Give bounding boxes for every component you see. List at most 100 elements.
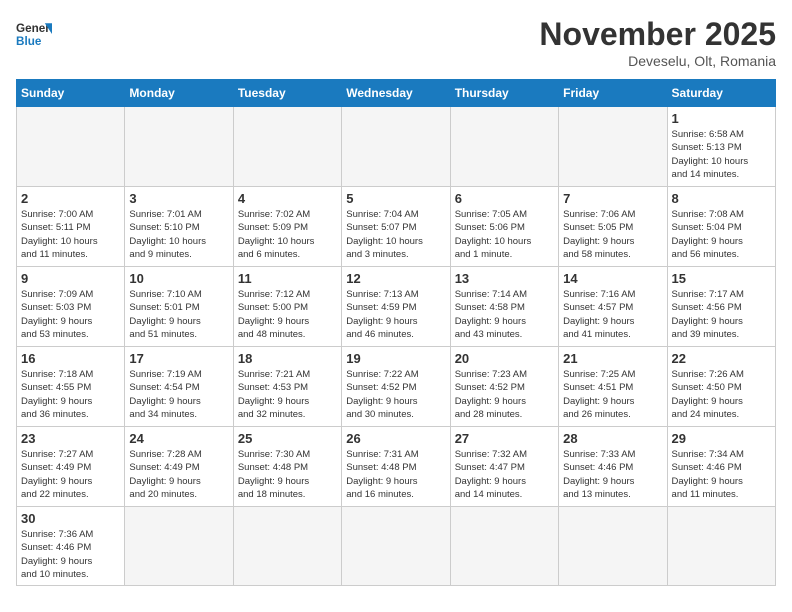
day-number: 18 <box>238 351 337 366</box>
day-info: Sunrise: 7:30 AM Sunset: 4:48 PM Dayligh… <box>238 448 337 501</box>
day-info: Sunrise: 7:19 AM Sunset: 4:54 PM Dayligh… <box>129 368 228 421</box>
table-row: 10 Sunrise: 7:10 AM Sunset: 5:01 PM Dayli… <box>125 267 233 347</box>
day-number: 9 <box>21 271 120 286</box>
day-number: 23 <box>21 431 120 446</box>
day-number: 16 <box>21 351 120 366</box>
table-row: 24 Sunrise: 7:28 AM Sunset: 4:49 PM Dayli… <box>125 427 233 507</box>
day-info: Sunrise: 7:36 AM Sunset: 4:46 PM Dayligh… <box>21 528 120 581</box>
day-number: 21 <box>563 351 662 366</box>
table-row <box>667 507 775 586</box>
table-row: 7 Sunrise: 7:06 AM Sunset: 5:05 PM Daylig… <box>559 187 667 267</box>
table-row: 16Sunrise: 7:18 AM Sunset: 4:55 PM Dayli… <box>17 347 125 427</box>
day-number: 27 <box>455 431 554 446</box>
day-number: 4 <box>238 191 337 206</box>
day-number: 1 <box>672 111 771 126</box>
month-title: November 2025 <box>539 16 776 53</box>
day-info: Sunrise: 7:27 AM Sunset: 4:49 PM Dayligh… <box>21 448 120 501</box>
day-info: Sunrise: 7:13 AM Sunset: 4:59 PM Dayligh… <box>346 288 445 341</box>
day-number: 19 <box>346 351 445 366</box>
table-row: 21 Sunrise: 7:25 AM Sunset: 4:51 PM Dayli… <box>559 347 667 427</box>
day-info: Sunrise: 7:00 AM Sunset: 5:11 PM Dayligh… <box>21 208 120 261</box>
table-row <box>125 107 233 187</box>
table-row: 30 Sunrise: 7:36 AM Sunset: 4:46 PM Dayli… <box>17 507 125 586</box>
table-row: 20 Sunrise: 7:23 AM Sunset: 4:52 PM Dayli… <box>450 347 558 427</box>
header-wednesday: Wednesday <box>342 80 450 107</box>
day-number: 28 <box>563 431 662 446</box>
table-row: 5 Sunrise: 7:04 AM Sunset: 5:07 PM Daylig… <box>342 187 450 267</box>
day-info: Sunrise: 7:06 AM Sunset: 5:05 PM Dayligh… <box>563 208 662 261</box>
table-row: 14Sunrise: 7:16 AM Sunset: 4:57 PM Dayli… <box>559 267 667 347</box>
day-number: 3 <box>129 191 228 206</box>
table-row: 4 Sunrise: 7:02 AM Sunset: 5:09 PM Daylig… <box>233 187 341 267</box>
table-row: 25 Sunrise: 7:30 AM Sunset: 4:48 PM Dayli… <box>233 427 341 507</box>
day-info: Sunrise: 7:33 AM Sunset: 4:46 PM Dayligh… <box>563 448 662 501</box>
table-row: 3Sunrise: 7:01 AM Sunset: 5:10 PM Daylig… <box>125 187 233 267</box>
table-row: 1 Sunrise: 6:58 AM Sunset: 5:13 PM Daylig… <box>667 107 775 187</box>
day-info: Sunrise: 7:02 AM Sunset: 5:09 PM Dayligh… <box>238 208 337 261</box>
header-friday: Friday <box>559 80 667 107</box>
day-info: Sunrise: 7:17 AM Sunset: 4:56 PM Dayligh… <box>672 288 771 341</box>
logo: General Blue <box>16 16 52 52</box>
day-number: 15 <box>672 271 771 286</box>
day-info: Sunrise: 7:12 AM Sunset: 5:00 PM Dayligh… <box>238 288 337 341</box>
table-row <box>17 107 125 187</box>
table-row: 8Sunrise: 7:08 AM Sunset: 5:04 PM Daylig… <box>667 187 775 267</box>
day-info: Sunrise: 7:28 AM Sunset: 4:49 PM Dayligh… <box>129 448 228 501</box>
day-number: 22 <box>672 351 771 366</box>
day-number: 10 <box>129 271 228 286</box>
table-row: 15 Sunrise: 7:17 AM Sunset: 4:56 PM Dayli… <box>667 267 775 347</box>
day-number: 8 <box>672 191 771 206</box>
table-row: 11 Sunrise: 7:12 AM Sunset: 5:00 PM Dayli… <box>233 267 341 347</box>
day-number: 17 <box>129 351 228 366</box>
table-row <box>342 507 450 586</box>
day-number: 20 <box>455 351 554 366</box>
day-info: Sunrise: 7:23 AM Sunset: 4:52 PM Dayligh… <box>455 368 554 421</box>
day-number: 11 <box>238 271 337 286</box>
header-tuesday: Tuesday <box>233 80 341 107</box>
table-row <box>559 107 667 187</box>
day-info: Sunrise: 7:16 AM Sunset: 4:57 PM Dayligh… <box>563 288 662 341</box>
table-row: 12 Sunrise: 7:13 AM Sunset: 4:59 PM Dayli… <box>342 267 450 347</box>
table-row <box>450 107 558 187</box>
table-row: 13 Sunrise: 7:14 AM Sunset: 4:58 PM Dayli… <box>450 267 558 347</box>
table-row: 28 Sunrise: 7:33 AM Sunset: 4:46 PM Dayli… <box>559 427 667 507</box>
day-info: Sunrise: 7:34 AM Sunset: 4:46 PM Dayligh… <box>672 448 771 501</box>
day-info: Sunrise: 7:26 AM Sunset: 4:50 PM Dayligh… <box>672 368 771 421</box>
header-thursday: Thursday <box>450 80 558 107</box>
day-number: 2 <box>21 191 120 206</box>
day-info: Sunrise: 7:21 AM Sunset: 4:53 PM Dayligh… <box>238 368 337 421</box>
day-info: Sunrise: 7:09 AM Sunset: 5:03 PM Dayligh… <box>21 288 120 341</box>
day-number: 13 <box>455 271 554 286</box>
day-number: 25 <box>238 431 337 446</box>
table-row: 22 Sunrise: 7:26 AM Sunset: 4:50 PM Dayli… <box>667 347 775 427</box>
day-number: 12 <box>346 271 445 286</box>
day-number: 30 <box>21 511 120 526</box>
day-info: Sunrise: 7:05 AM Sunset: 5:06 PM Dayligh… <box>455 208 554 261</box>
header-saturday: Saturday <box>667 80 775 107</box>
table-row: 6 Sunrise: 7:05 AM Sunset: 5:06 PM Daylig… <box>450 187 558 267</box>
day-info: Sunrise: 7:32 AM Sunset: 4:47 PM Dayligh… <box>455 448 554 501</box>
day-number: 6 <box>455 191 554 206</box>
header-row: Sunday Monday Tuesday Wednesday Thursday… <box>17 80 776 107</box>
day-info: Sunrise: 7:04 AM Sunset: 5:07 PM Dayligh… <box>346 208 445 261</box>
table-row: 17 Sunrise: 7:19 AM Sunset: 4:54 PM Dayli… <box>125 347 233 427</box>
day-number: 26 <box>346 431 445 446</box>
day-info: Sunrise: 7:14 AM Sunset: 4:58 PM Dayligh… <box>455 288 554 341</box>
table-row: 18 Sunrise: 7:21 AM Sunset: 4:53 PM Dayli… <box>233 347 341 427</box>
day-info: Sunrise: 7:31 AM Sunset: 4:48 PM Dayligh… <box>346 448 445 501</box>
day-info: Sunrise: 6:58 AM Sunset: 5:13 PM Dayligh… <box>672 128 771 181</box>
page-header: General Blue November 2025 Deveselu, Olt… <box>16 16 776 69</box>
table-row <box>125 507 233 586</box>
table-row <box>450 507 558 586</box>
day-number: 24 <box>129 431 228 446</box>
table-row <box>233 507 341 586</box>
table-row <box>233 107 341 187</box>
day-number: 7 <box>563 191 662 206</box>
calendar-table: Sunday Monday Tuesday Wednesday Thursday… <box>16 79 776 586</box>
day-number: 5 <box>346 191 445 206</box>
day-info: Sunrise: 7:10 AM Sunset: 5:01 PM Dayligh… <box>129 288 228 341</box>
table-row: 2 Sunrise: 7:00 AM Sunset: 5:11 PM Daylig… <box>17 187 125 267</box>
table-row: 27 Sunrise: 7:32 AM Sunset: 4:47 PM Dayli… <box>450 427 558 507</box>
day-number: 29 <box>672 431 771 446</box>
day-info: Sunrise: 7:25 AM Sunset: 4:51 PM Dayligh… <box>563 368 662 421</box>
